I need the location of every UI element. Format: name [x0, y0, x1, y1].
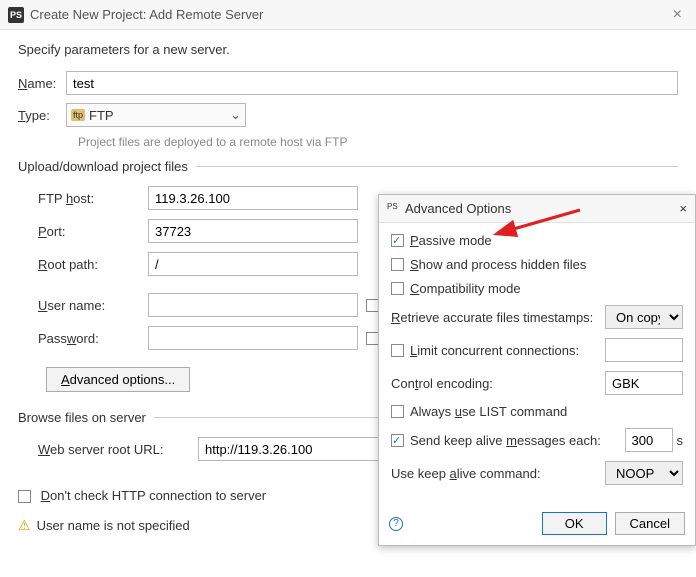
ftp-host-label: FTP host: — [38, 191, 148, 206]
password-label: Password: — [38, 331, 148, 346]
show-hidden-checkbox[interactable] — [391, 258, 404, 271]
password-input[interactable] — [148, 326, 358, 350]
upload-legend: Upload/download project files — [18, 159, 196, 174]
window-title: Create New Project: Add Remote Server — [30, 7, 667, 22]
advanced-options-button[interactable]: Advanced options... — [46, 367, 190, 392]
chevron-down-icon: ⌄ — [230, 107, 241, 123]
dialog-close-button[interactable]: × — [679, 201, 687, 216]
send-keep-label: Send keep alive messages each: — [410, 433, 625, 448]
page-subtitle: Specify parameters for a new server. — [18, 42, 678, 57]
use-keep-label: Use keep alive command: — [391, 466, 605, 481]
warning-icon: ⚠ — [18, 517, 31, 534]
type-select[interactable]: ftp FTP ⌄ — [66, 103, 246, 127]
root-path-label: Root path: — [38, 257, 148, 272]
root-path-input[interactable] — [148, 252, 358, 276]
port-input[interactable] — [148, 219, 358, 243]
type-label: Type: — [18, 108, 66, 123]
ftp-host-input[interactable] — [148, 186, 358, 210]
close-button[interactable]: × — [667, 6, 688, 24]
help-icon[interactable]: ? — [389, 517, 403, 531]
dont-check-checkbox[interactable] — [18, 490, 31, 503]
name-input[interactable] — [66, 71, 678, 95]
encoding-label: Control encoding: — [391, 376, 605, 391]
browse-legend: Browse files on server — [18, 410, 154, 425]
always-list-checkbox[interactable] — [391, 405, 404, 418]
send-keep-checkbox[interactable] — [391, 434, 404, 447]
username-input[interactable] — [148, 293, 358, 317]
limit-conn-input[interactable] — [605, 338, 683, 362]
always-list-label: Always use LIST command — [410, 404, 567, 419]
ok-button[interactable]: OK — [542, 512, 607, 535]
send-keep-input[interactable] — [625, 428, 673, 452]
encoding-input[interactable] — [605, 371, 683, 395]
dialog-app-icon: PS — [387, 202, 401, 216]
web-root-input[interactable] — [198, 437, 398, 461]
use-keep-select[interactable]: NOOP — [605, 461, 683, 485]
passive-mode-checkbox[interactable] — [391, 234, 404, 247]
compat-mode-checkbox[interactable] — [391, 282, 404, 295]
limit-conn-label: Limit concurrent connections: — [410, 343, 605, 358]
type-value: FTP — [89, 108, 114, 123]
port-label: Port: — [38, 224, 148, 239]
passive-mode-label: Passive mode — [410, 233, 492, 248]
type-hint: Project files are deployed to a remote h… — [78, 135, 678, 149]
app-icon: PS — [8, 7, 24, 23]
dont-check-label: Don't check HTTP connection to server — [41, 488, 267, 503]
limit-conn-checkbox[interactable] — [391, 344, 404, 357]
retrieve-ts-label: Retrieve accurate files timestamps: — [391, 310, 605, 325]
name-label: Name: — [18, 76, 66, 91]
web-root-label: Web server root URL: — [38, 442, 198, 457]
annotation-arrow — [500, 205, 590, 248]
compat-mode-label: Compatibility mode — [410, 281, 521, 296]
cancel-button[interactable]: Cancel — [615, 512, 685, 535]
titlebar: PS Create New Project: Add Remote Server… — [0, 0, 696, 30]
show-hidden-label: Show and process hidden files — [410, 257, 586, 272]
ftp-icon: ftp — [71, 109, 85, 121]
username-label: User name: — [38, 298, 148, 313]
retrieve-ts-select[interactable]: On copy — [605, 305, 683, 329]
warning-text: User name is not specified — [37, 518, 190, 533]
send-keep-unit: s — [677, 433, 684, 448]
